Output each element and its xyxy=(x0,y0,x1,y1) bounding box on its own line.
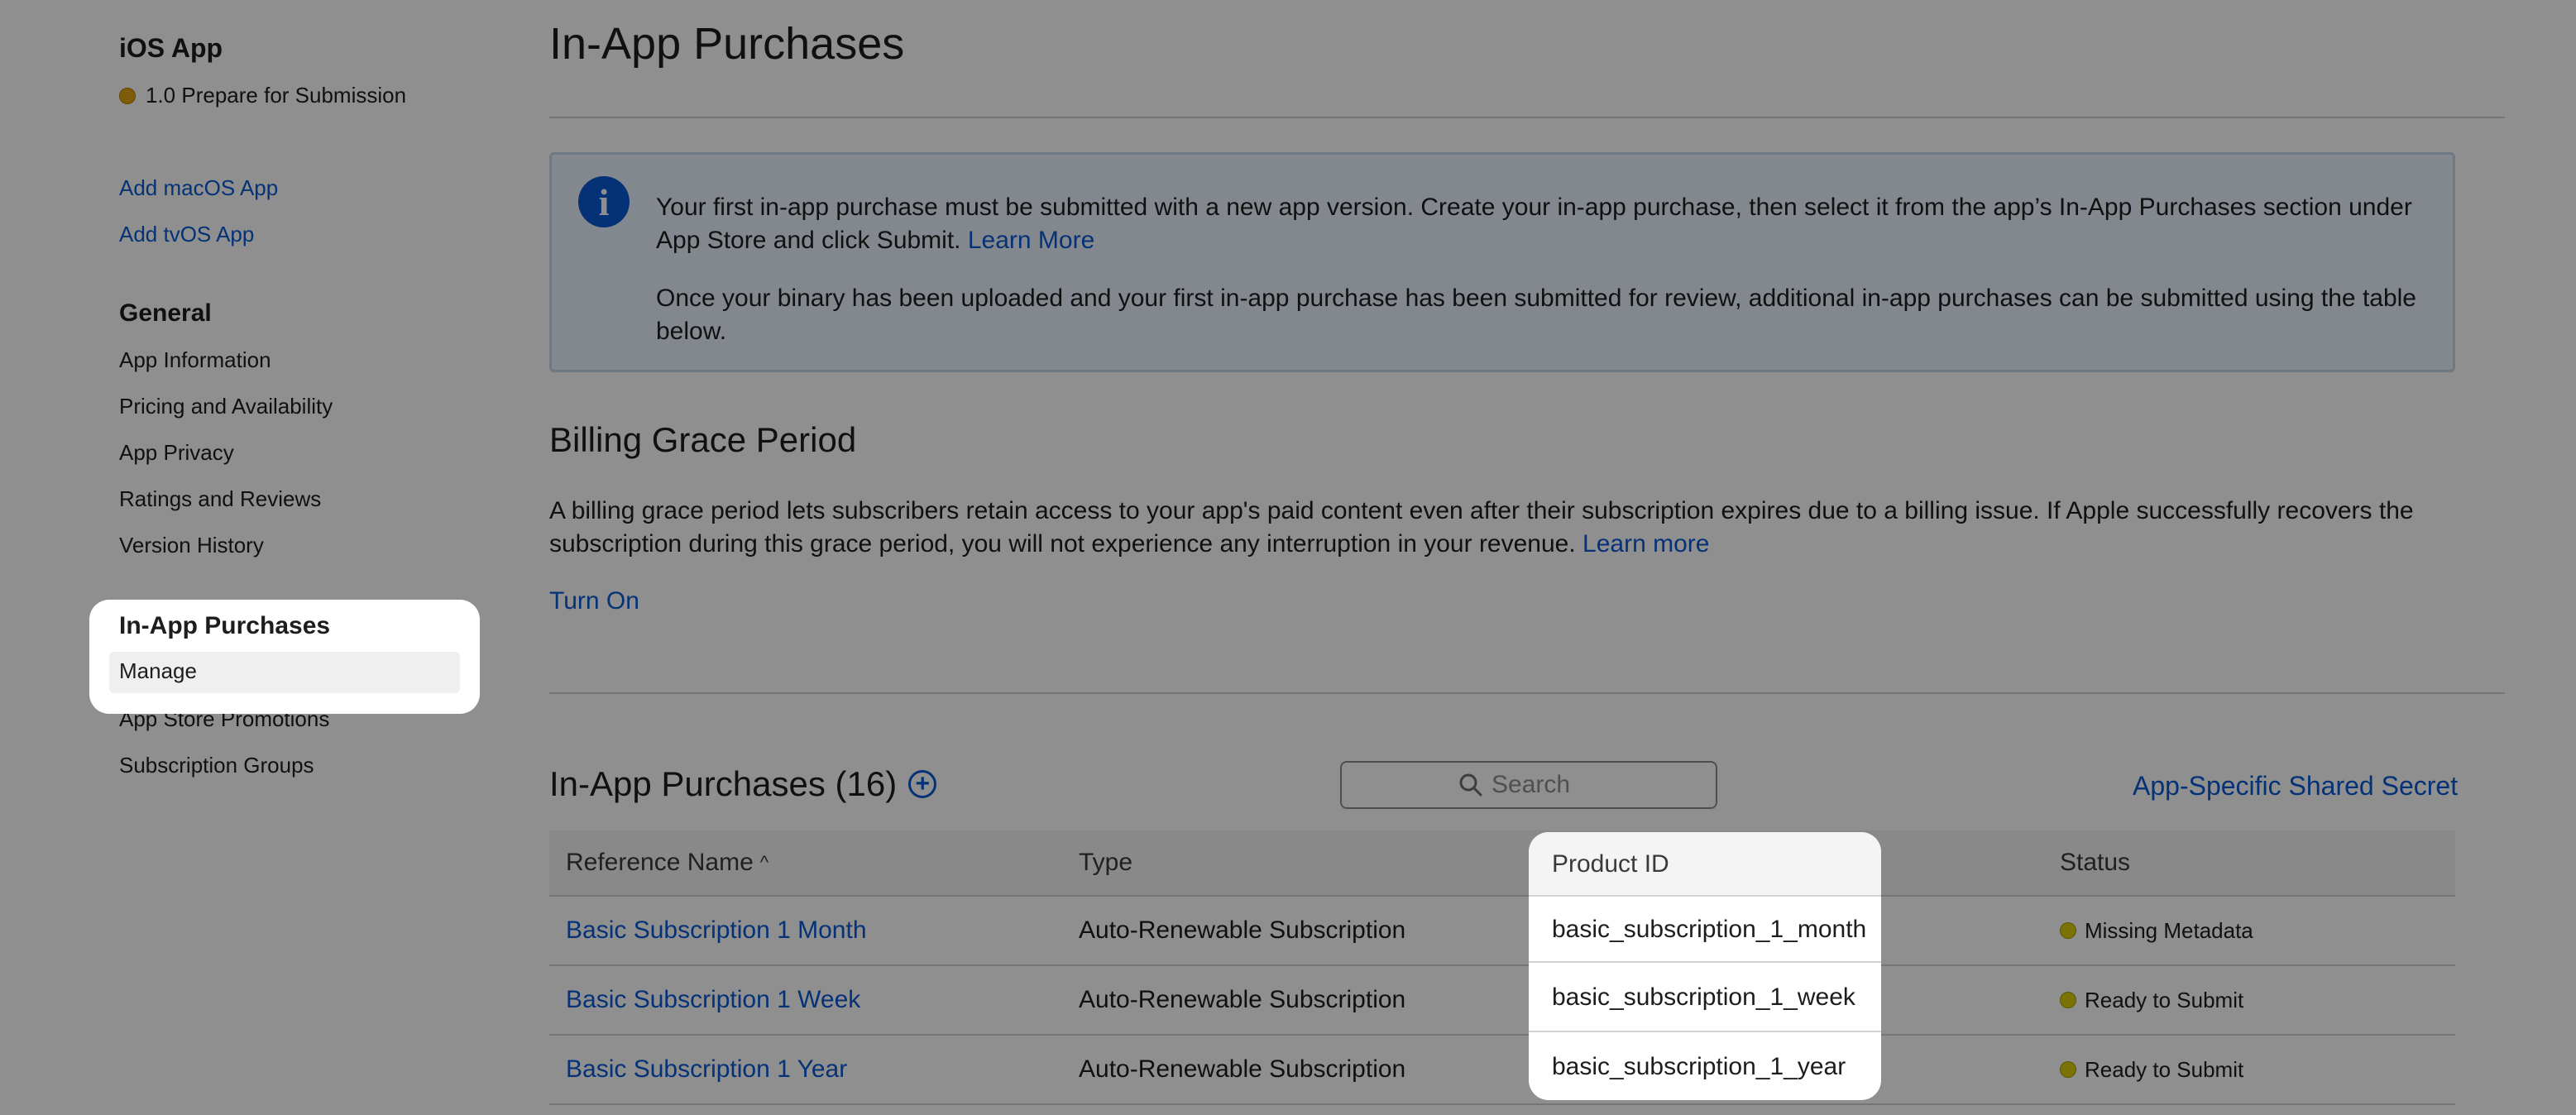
row-divider xyxy=(1529,1031,1881,1032)
spot-iap-product-id: basic_subscription_1_year xyxy=(1552,1053,1846,1080)
spot-iap-product-id: basic_subscription_1_month xyxy=(1552,916,1867,943)
spot-column-header-product-id[interactable]: Product ID xyxy=(1552,832,1669,897)
sidebar-heading-iap: In-App Purchases xyxy=(119,612,331,639)
sidebar-item-manage[interactable]: Manage xyxy=(119,658,197,684)
spot-iap-product-id: basic_subscription_1_week xyxy=(1552,983,1855,1011)
tutorial-dim-overlay xyxy=(0,0,2576,1115)
